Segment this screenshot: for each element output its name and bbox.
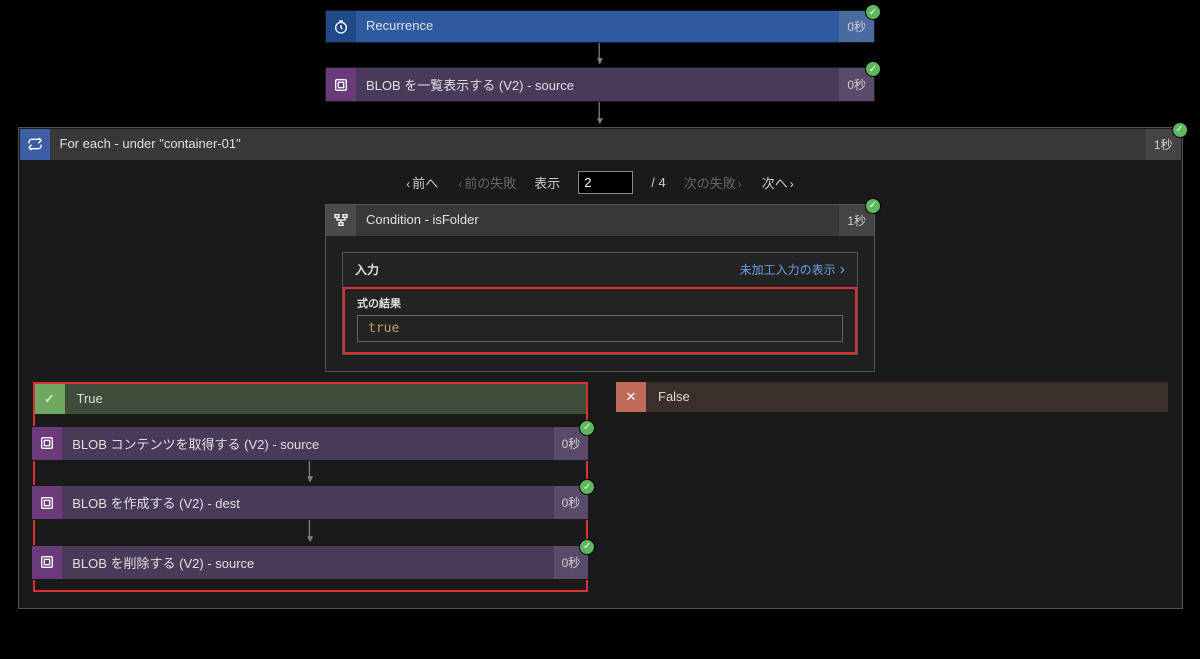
condition-branches: ✓ True BLOB コンテンツを取得する (V2) - source 0秒 … <box>19 372 1182 608</box>
step-get-blob-content[interactable]: BLOB コンテンツを取得する (V2) - source 0秒 ✓ <box>31 426 589 461</box>
branch-label: True <box>65 384 587 414</box>
check-icon: ✓ <box>35 384 65 414</box>
arrow-down-icon <box>305 463 316 483</box>
flow-canvas: Recurrence 0秒 ✓ BLOB を一覧表示する (V2) - sour… <box>10 10 1190 609</box>
pager-next[interactable]: 次へ› <box>762 173 796 192</box>
arrow-down-icon <box>305 522 316 542</box>
step-foreach: For each - under "container-01" 1秒 ✓ ‹前へ… <box>18 127 1183 609</box>
step-title[interactable]: Condition - isFolder <box>356 205 839 236</box>
success-badge-icon: ✓ <box>579 539 595 555</box>
pager-display-label: 表示 <box>534 173 560 192</box>
condition-input-card: 入力 未加工入力の表示 式の結果 true <box>342 252 858 355</box>
cross-icon: ✕ <box>616 382 646 412</box>
step-list-blobs[interactable]: BLOB を一覧表示する (V2) - source 0秒 ✓ <box>325 67 875 102</box>
loop-icon <box>20 129 50 160</box>
branch-false: ✕ False <box>616 382 1168 412</box>
blob-icon <box>326 68 356 101</box>
success-badge-icon: ✓ <box>579 420 595 436</box>
clock-icon <box>326 11 356 42</box>
blob-icon <box>32 546 62 579</box>
step-title: BLOB コンテンツを取得する (V2) - source <box>62 427 553 460</box>
success-badge-icon: ✓ <box>865 198 881 214</box>
success-badge-icon: ✓ <box>865 4 881 20</box>
success-badge-icon: ✓ <box>865 61 881 77</box>
condition-icon <box>326 205 356 236</box>
step-delete-blob[interactable]: BLOB を削除する (V2) - source 0秒 ✓ <box>31 545 589 580</box>
step-title[interactable]: For each - under "container-01" <box>50 129 1146 160</box>
iteration-pager: ‹前へ ‹前の失敗 表示 / 4 次の失敗› 次へ› <box>19 161 1182 204</box>
blob-icon <box>32 486 62 519</box>
raw-input-link[interactable]: 未加工入力の表示 <box>740 261 845 279</box>
step-title: BLOB を一覧表示する (V2) - source <box>356 68 839 101</box>
branch-true: ✓ True BLOB コンテンツを取得する (V2) - source 0秒 … <box>33 382 589 592</box>
step-create-blob[interactable]: BLOB を作成する (V2) - dest 0秒 ✓ <box>31 485 589 520</box>
branch-true-header[interactable]: ✓ True <box>35 384 587 414</box>
arrow-down-icon <box>594 45 605 65</box>
pager-prev-fail: ‹前の失敗 <box>456 173 516 192</box>
pager-next-fail: 次の失敗› <box>684 173 744 192</box>
arrow-down-icon <box>594 104 605 124</box>
step-title: BLOB を作成する (V2) - dest <box>62 486 553 519</box>
step-condition: Condition - isFolder 1秒 ✓ 入力 未加工入力の表示 式の… <box>325 204 875 372</box>
step-title: BLOB を削除する (V2) - source <box>62 546 553 579</box>
expression-result-box: 式の結果 true <box>343 287 857 354</box>
input-label: 入力 <box>355 261 379 278</box>
blob-icon <box>32 427 62 460</box>
branch-false-header[interactable]: ✕ False <box>616 382 1168 412</box>
pager-current-input[interactable] <box>578 171 633 194</box>
result-value: true <box>357 315 843 342</box>
branch-label: False <box>646 382 1168 412</box>
step-recurrence[interactable]: Recurrence 0秒 ✓ <box>325 10 875 43</box>
pager-prev[interactable]: ‹前へ <box>404 173 438 192</box>
success-badge-icon: ✓ <box>579 479 595 495</box>
result-label: 式の結果 <box>357 295 843 311</box>
pager-total: / 4 <box>651 175 665 190</box>
step-title: Recurrence <box>356 11 839 42</box>
success-badge-icon: ✓ <box>1172 122 1188 138</box>
